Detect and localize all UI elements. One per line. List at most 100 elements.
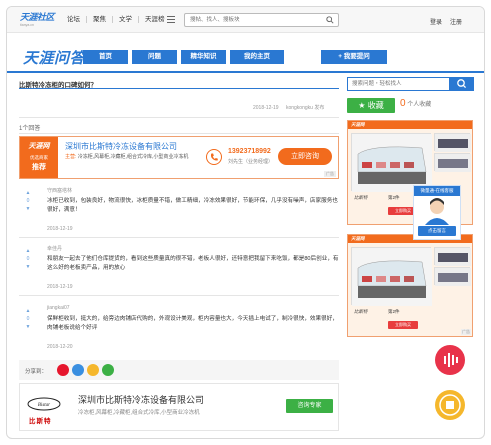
- star-icon: ★: [358, 101, 366, 110]
- display-freezer-image: [352, 248, 432, 306]
- divider: [19, 117, 339, 118]
- top-nav-item[interactable]: 天涯榜: [138, 16, 171, 23]
- tianya-logo[interactable]: 天涯社区 tianya.cn: [20, 10, 56, 30]
- upvote-icon[interactable]: ▲: [23, 307, 33, 315]
- answer-item: ▲ 0 ▼ 幸佳丹 和朋友一起去了他们仓库提货的，看到这些质量真的很不错，老板人…: [19, 239, 339, 296]
- top-search-input[interactable]: [185, 14, 315, 26]
- product-thumb[interactable]: [434, 133, 471, 152]
- leave-message-button[interactable]: 点击留言: [418, 226, 456, 236]
- sidebar-ad-logo: 天涯网: [351, 122, 365, 127]
- ad-tag: 广告: [461, 329, 471, 335]
- consult-expert-button[interactable]: 咨询专家: [286, 399, 333, 413]
- weibo-icon[interactable]: [57, 364, 69, 376]
- register-link[interactable]: 注册: [450, 17, 462, 26]
- top-nav: 论坛 聚焦 文学 天涯榜: [61, 16, 171, 23]
- vote-count: 0: [26, 316, 30, 322]
- popup-title: 微量通-在线客服: [414, 186, 460, 196]
- logo-main-text: 天涯社区: [20, 12, 55, 22]
- collect-label: 收藏: [367, 101, 384, 110]
- ad-tag: 广告: [324, 171, 336, 177]
- merchant-ad-banner[interactable]: 天涯网 优选商家 推荐 深圳市比斯特冷冻设备有限公司 主营: 冷冻柜,风幕柜,冷…: [19, 136, 339, 179]
- answer-text: 保鲜柜收到，挺大的，给旁边肉铺店代购的，外观设计美观，柜内容量也大，今天插上电试…: [47, 316, 338, 331]
- product-image[interactable]: [351, 133, 432, 192]
- vote-control: ▲ 0 ▼: [23, 189, 33, 213]
- answers-count: 1个回答: [19, 126, 41, 132]
- display-freezer-image: [352, 134, 432, 192]
- ask-question-button[interactable]: + 我要提问: [321, 50, 387, 64]
- nav-featured[interactable]: 精华知识: [181, 50, 226, 64]
- menu-icon[interactable]: [167, 16, 175, 23]
- ad-contact-person: 刘先生（业务经理）: [228, 159, 274, 165]
- product-thumb[interactable]: [434, 153, 471, 172]
- collect-number: 0: [400, 98, 406, 109]
- freezer-thumb: [435, 268, 471, 286]
- credit-badge-icon: [439, 394, 461, 416]
- downvote-icon[interactable]: ▼: [23, 263, 33, 271]
- sidebar-ad-logo: 天涯网: [351, 236, 365, 241]
- company-logo: Bistar 比斯特: [26, 394, 62, 425]
- question-meta: 2018-12-19 kongkongku 发布: [247, 104, 324, 111]
- sidebar-search-input[interactable]: [348, 78, 448, 90]
- main-label: 主营:: [65, 154, 77, 160]
- top-nav-item[interactable]: 文学: [112, 16, 138, 23]
- answer-user[interactable]: 幸佳丹: [47, 245, 62, 252]
- sidebar-search-box: [347, 77, 450, 91]
- top-search-box: [184, 13, 339, 27]
- voice-float-icon[interactable]: [435, 345, 465, 375]
- phone-icon: [206, 149, 222, 165]
- vote-control: ▲ 0 ▼: [23, 247, 33, 271]
- vote-control: ▲ 0 ▼: [23, 307, 33, 331]
- divider: [19, 88, 339, 89]
- wenda-logo[interactable]: 天涯问答: [23, 47, 85, 68]
- company-card-ad[interactable]: Bistar 比斯特 深圳市比斯特冷冻设备有限公司 冷冻柜,风幕柜,冷藏柜,组合…: [19, 383, 339, 431]
- share-icons: [57, 364, 114, 376]
- qzone-icon[interactable]: [87, 364, 99, 376]
- collect-suffix: 个人收藏: [407, 102, 432, 108]
- sidebar-product-ad[interactable]: 天涯网 比斯特 第2件 立即购买 广告: [347, 234, 473, 337]
- freezer-thumb: [435, 154, 471, 172]
- company-logo-text: 比斯特: [29, 418, 52, 425]
- ad-company-name[interactable]: 深圳市比斯特冷冻设备有限公司: [65, 141, 177, 152]
- login-link[interactable]: 登录: [430, 17, 442, 26]
- question-author[interactable]: kongkongku 发布: [286, 105, 324, 111]
- customer-service-popup[interactable]: 微量通-在线客服 点击留言: [413, 185, 461, 240]
- search-icon[interactable]: [326, 16, 334, 24]
- downvote-icon[interactable]: ▼: [23, 323, 33, 331]
- consult-now-button[interactable]: 立即咨询: [278, 148, 332, 165]
- answer-text: 和朋友一起去了他们仓库提货的，看到这些质量真的很不错，老板人很好，还特意把我留下…: [47, 256, 339, 271]
- downvote-icon[interactable]: ▼: [23, 205, 33, 213]
- main-nav: 天涯问答 首页 问题 精华知识 我的主页 + 我要提问: [7, 33, 484, 73]
- search-icon: [457, 79, 467, 89]
- sidebar-search-button[interactable]: [450, 77, 474, 91]
- company-description: 冷冻柜,风幕柜,冷藏柜,组合式冷库,小型商业冷冻机: [78, 410, 200, 416]
- collect-count: 0 个人收藏: [400, 98, 431, 109]
- account-links: 登录 注册: [430, 17, 462, 26]
- product-image[interactable]: [351, 247, 432, 306]
- ad-main-products: 主营: 冷冻柜,风幕柜,冷藏柜,组合式冷库,小型商业冷冻机: [65, 153, 200, 162]
- top-nav-item[interactable]: 聚焦: [86, 16, 112, 23]
- qq-icon[interactable]: [72, 364, 84, 376]
- upvote-icon[interactable]: ▲: [23, 247, 33, 255]
- answer-item: ▲ 0 ▼ 守西塞塔林 冰柜已收到，包装良好，物流很快，冰柜质量不错，做工精细，…: [19, 181, 339, 238]
- nav-home[interactable]: 首页: [83, 50, 128, 64]
- nav-questions[interactable]: 问题: [132, 50, 177, 64]
- product-thumb[interactable]: [434, 267, 471, 286]
- top-nav-item[interactable]: 论坛: [61, 16, 86, 23]
- answer-date: 2018-12-20: [47, 344, 73, 350]
- logo-sub-text: tianya.cn: [20, 23, 35, 27]
- brand-label: 比斯特: [354, 195, 368, 200]
- collect-button[interactable]: ★ 收藏: [347, 98, 395, 113]
- freezer-thumb: [435, 248, 471, 266]
- sidebar-ad-header: 天涯网: [348, 121, 472, 129]
- upvote-icon[interactable]: ▲: [23, 189, 33, 197]
- answer-user[interactable]: 守西塞塔林: [47, 187, 72, 194]
- nav-my-home[interactable]: 我的主页: [230, 50, 284, 64]
- answer-user[interactable]: jiangkai07: [47, 305, 70, 311]
- wechat-icon[interactable]: [102, 364, 114, 376]
- company-name[interactable]: 深圳市比斯特冷冻设备有限公司: [78, 393, 204, 406]
- product-thumb[interactable]: [434, 247, 471, 266]
- ad-logo-text: 天涯网: [28, 143, 50, 150]
- agent-avatar-icon: [425, 198, 449, 225]
- buy-now-button[interactable]: 立即购买: [388, 321, 418, 329]
- credit-float-icon[interactable]: [435, 390, 465, 420]
